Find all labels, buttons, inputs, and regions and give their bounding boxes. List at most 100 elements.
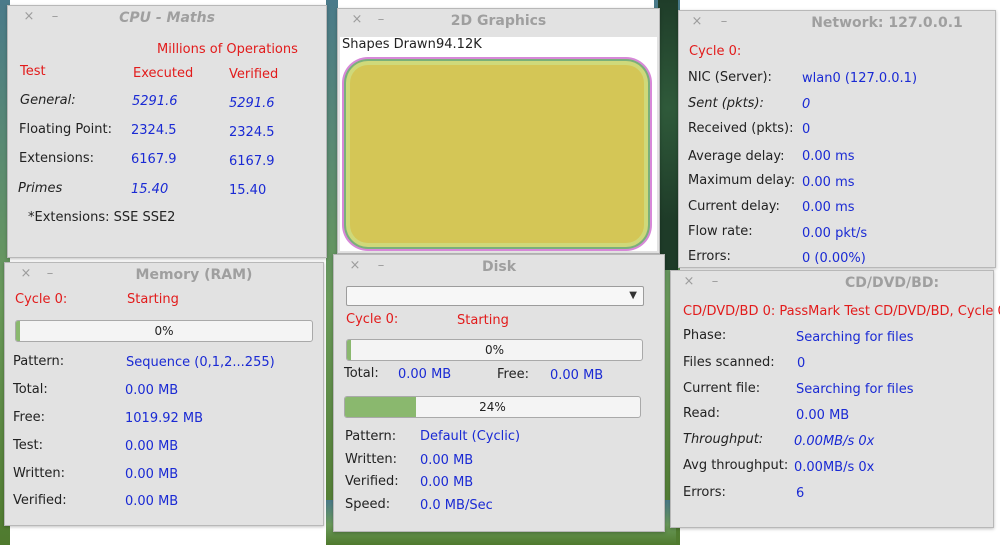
total-value: 0.00 MB — [398, 367, 452, 382]
row-label: Sent (pkts): — [688, 96, 764, 111]
row-label: Primes — [18, 181, 63, 196]
minimize-icon[interactable]: – — [717, 14, 731, 29]
col-test: Test — [20, 64, 46, 79]
row-value: 0.00 MB — [125, 467, 179, 482]
progress-text: 0% — [154, 324, 174, 338]
row-label: Test: — [13, 438, 43, 453]
status-text: Starting — [127, 292, 179, 307]
close-icon[interactable]: × — [348, 258, 362, 273]
cd-dvd-bd-window: × – CD/DVD/BD: CD/DVD/BD 0: PassMark Tes… — [670, 270, 1000, 528]
row-label: Pattern: — [13, 354, 65, 369]
progress-text: 24% — [479, 400, 506, 414]
free-value: 0.00 MB — [550, 368, 604, 383]
row-verified: 2324.5 — [229, 125, 275, 140]
row-executed: 6167.9 — [131, 152, 177, 167]
row-label: Average delay: — [688, 149, 785, 164]
close-icon[interactable]: × — [682, 274, 696, 289]
row-label: Maximum delay: — [688, 173, 796, 188]
row-label: Current file: — [683, 381, 761, 396]
row-label: Avg throughput: — [683, 458, 789, 473]
network-window: × – Network: 127.0.0.1 Cycle 0: NIC (Ser… — [678, 10, 996, 268]
row-value: Sequence (0,1,2...255) — [126, 355, 275, 370]
row-value: 0 — [797, 356, 806, 371]
row-label: Throughput: — [683, 432, 764, 447]
cpu-maths-window: × – CPU - Maths Millions of Operations T… — [7, 5, 327, 258]
row-value: Default (Cyclic) — [420, 429, 521, 444]
network-titlebar[interactable]: × – Network: 127.0.0.1 — [679, 11, 995, 35]
cpu-header: Millions of Operations — [157, 42, 298, 57]
disk-progress-bar-2: 24% — [344, 396, 641, 418]
cd-titlebar[interactable]: × – CD/DVD/BD: — [671, 271, 993, 295]
cycle-label: Cycle 0: — [346, 312, 399, 327]
row-value: 0.00 MB — [125, 494, 179, 509]
minimize-icon[interactable]: – — [708, 274, 722, 289]
row-executed: 2324.5 — [131, 123, 177, 138]
row-label: Pattern: — [345, 429, 397, 444]
row-label: Errors: — [688, 249, 731, 264]
col-verified: Verified — [229, 67, 279, 82]
close-icon[interactable]: × — [350, 12, 364, 27]
row-label: Verified: — [13, 493, 67, 508]
cycle-label: Cycle 0: — [15, 292, 68, 307]
row-value: 1019.92 MB — [125, 411, 204, 426]
row-value: 0.00 MB — [125, 439, 179, 454]
row-value: 0.00 ms — [802, 175, 855, 190]
minimize-icon[interactable]: – — [374, 12, 388, 27]
chevron-down-icon: ▼ — [629, 290, 637, 301]
status-text: Starting — [457, 313, 509, 328]
graphics-window: × – 2D Graphics Shapes Drawn: 94.12K — [337, 8, 660, 254]
disk-titlebar[interactable]: × – Disk — [334, 255, 664, 279]
minimize-icon[interactable]: – — [43, 266, 57, 281]
row-label: Verified: — [345, 474, 399, 489]
disk-progress-bar: 0% — [346, 339, 643, 361]
row-label: Written: — [13, 466, 66, 481]
close-icon[interactable]: × — [19, 266, 33, 281]
col-executed: Executed — [133, 66, 194, 81]
row-label: Flow rate: — [688, 224, 753, 239]
shapes-drawn-value: 94.12K — [436, 37, 482, 52]
row-verified: 6167.9 — [229, 154, 275, 169]
cpu-titlebar[interactable]: × – CPU - Maths — [8, 6, 326, 30]
minimize-icon[interactable]: – — [374, 258, 388, 273]
row-label: Current delay: — [688, 199, 780, 214]
row-value: 0.00 MB — [125, 383, 179, 398]
row-verified: 15.40 — [229, 183, 267, 198]
close-icon[interactable]: × — [690, 14, 704, 29]
background-tree — [658, 0, 678, 270]
memory-window: × – Memory (RAM) Cycle 0: Starting 0% Pa… — [4, 262, 324, 526]
row-value: 0.00 MB — [420, 453, 474, 468]
row-value: 0.00 MB — [796, 408, 850, 423]
row-label: Extensions: — [19, 151, 94, 166]
row-label: Errors: — [683, 485, 726, 500]
window-title: Network: 127.0.0.1 — [811, 15, 963, 31]
progress-text: 0% — [484, 343, 505, 357]
cd-heading: CD/DVD/BD 0: PassMark Test CD/DVD/BD, Cy… — [683, 304, 1000, 319]
row-label: Floating Point: — [19, 122, 112, 137]
row-label: Received (pkts): — [688, 121, 794, 136]
row-verified: 5291.6 — [229, 96, 275, 111]
row-label: Free: — [13, 410, 45, 425]
graphics-titlebar[interactable]: × – 2D Graphics — [338, 9, 659, 33]
row-label: Phase: — [683, 328, 727, 343]
row-executed: 15.40 — [131, 182, 169, 197]
row-value: 0.00 ms — [802, 149, 855, 164]
disk-select-dropdown[interactable]: ▼ — [346, 286, 644, 306]
minimize-icon[interactable]: – — [48, 9, 62, 24]
row-value: Searching for files — [796, 382, 914, 397]
disk-window: × – Disk ▼ Cycle 0: Starting 0% Total: 0… — [333, 254, 665, 532]
row-value: Searching for files — [796, 330, 914, 345]
close-icon[interactable]: × — [22, 9, 36, 24]
memory-titlebar[interactable]: × – Memory (RAM) — [5, 263, 323, 287]
row-value: wlan0 (127.0.0.1) — [802, 71, 918, 86]
window-title: CD/DVD/BD: — [844, 275, 940, 291]
row-value: 0.00 MB — [420, 475, 474, 490]
row-label: Files scanned: — [683, 355, 775, 370]
window-title: Memory (RAM) — [135, 267, 253, 283]
row-value: 0 — [802, 97, 811, 112]
total-label: Total: — [344, 366, 379, 381]
row-label: General: — [20, 93, 76, 108]
row-value: 0 — [802, 122, 811, 137]
row-label: NIC (Server): — [688, 70, 772, 85]
window-title: 2D Graphics — [450, 13, 547, 29]
extensions-footnote: *Extensions: SSE SSE2 — [28, 210, 176, 225]
